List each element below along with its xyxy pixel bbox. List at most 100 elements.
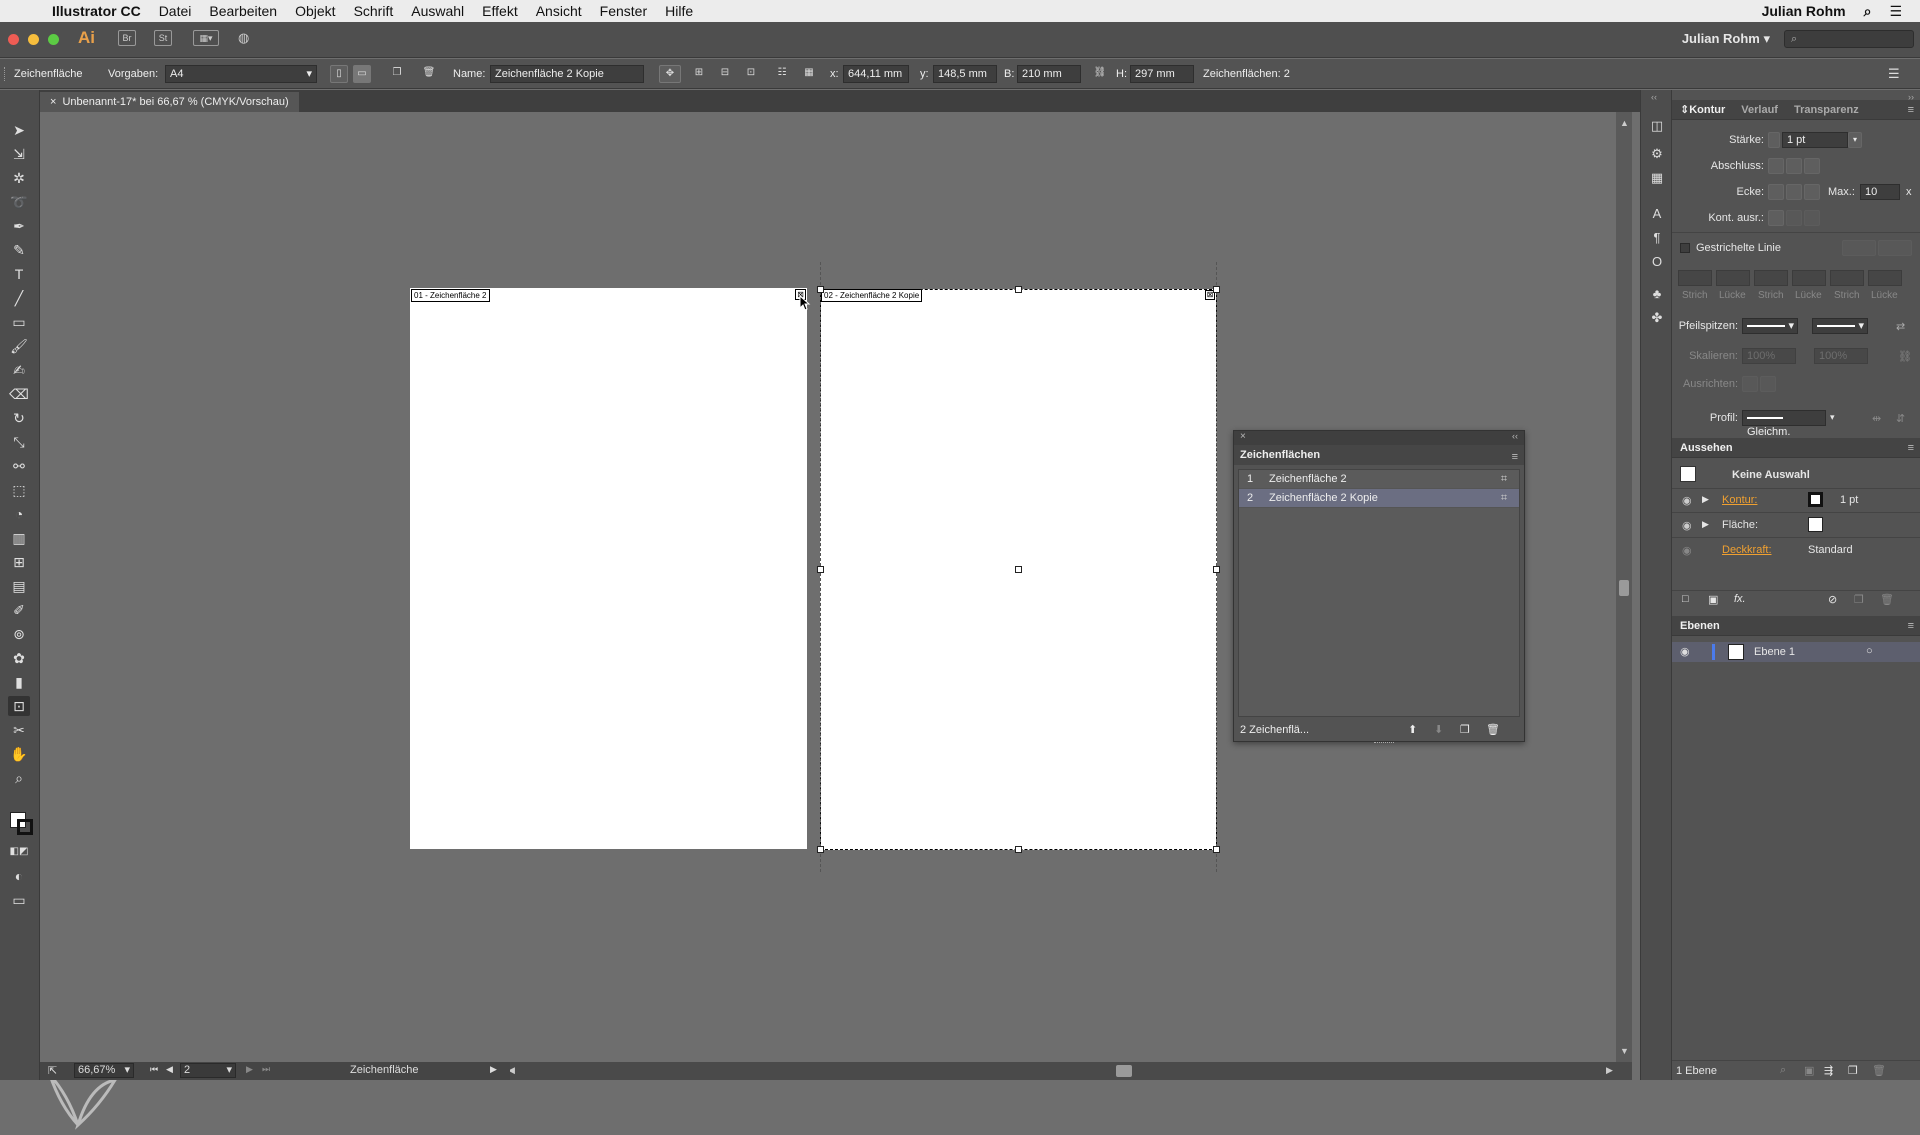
artboard-1[interactable] xyxy=(410,288,807,849)
delete-artboard-icon[interactable]: 🗑 xyxy=(420,65,438,83)
paragraph-panel-icon[interactable]: ¶ xyxy=(1649,230,1665,246)
dash-align-corners-icon[interactable] xyxy=(1878,240,1912,256)
scroll-down-arrow-icon[interactable]: ▼ xyxy=(1620,1046,1629,1056)
zoom-tool-icon[interactable]: ⌕ xyxy=(8,768,30,788)
artboard-center-mark[interactable] xyxy=(1015,566,1022,573)
help-search-input[interactable]: ⌕ xyxy=(1784,30,1914,48)
tab-verlauf[interactable]: Verlauf xyxy=(1733,104,1786,116)
gap-3-input[interactable] xyxy=(1868,270,1902,286)
menu-objekt[interactable]: Objekt xyxy=(295,3,335,19)
bridge-button[interactable]: Br xyxy=(118,30,136,46)
close-tab-icon[interactable]: × xyxy=(50,96,56,108)
color-themes-panel-icon[interactable]: ⚙ xyxy=(1649,146,1665,162)
artboard-2-label[interactable]: 02 - Zeichenfläche 2 Kopie xyxy=(821,289,923,302)
arrow-align-place-icon[interactable] xyxy=(1760,376,1776,392)
flaeche-expand-triangle-icon[interactable]: ▶ xyxy=(1702,519,1709,530)
libraries-panel-icon[interactable]: ◫ xyxy=(1649,118,1665,134)
corner-round-icon[interactable] xyxy=(1786,184,1802,200)
resize-handle-bottom-center[interactable] xyxy=(1015,846,1022,853)
notification-list-icon[interactable]: ☰ xyxy=(1889,3,1902,20)
staerke-dropdown-chevron-icon[interactable]: ▾ xyxy=(1848,132,1862,148)
rectangle-tool-icon[interactable]: ▭ xyxy=(8,312,30,332)
flaeche-color-swatch[interactable] xyxy=(1808,517,1823,532)
type-tool-icon[interactable]: T xyxy=(8,264,30,284)
opentype-panel-icon[interactable]: O xyxy=(1649,254,1665,270)
move-copy-artwork-icon[interactable]: ✥ xyxy=(659,65,681,83)
flip-profile-horizontal-icon[interactable]: ⇹ xyxy=(1872,412,1881,425)
cap-round-icon[interactable] xyxy=(1786,158,1802,174)
lasso-tool-icon[interactable]: ➰ xyxy=(8,192,30,212)
scroll-right-arrow-icon[interactable]: ▶ xyxy=(1606,1065,1613,1076)
kontur-color-swatch[interactable] xyxy=(1808,492,1823,507)
artboard-tool-icon[interactable]: ⊡ xyxy=(8,696,30,716)
drawing-mode-icon[interactable]: ◐ xyxy=(8,866,30,886)
arrowhead-start-select[interactable]: ▾ xyxy=(1742,318,1798,334)
menu-hilfe[interactable]: Hilfe xyxy=(665,3,693,19)
profile-dropdown-chevron-icon[interactable]: ▾ xyxy=(1830,412,1835,423)
kontur-attribute-link[interactable]: Kontur: xyxy=(1722,494,1757,506)
artboard-1-label[interactable]: 01 - Zeichenfläche 2 xyxy=(411,289,490,302)
layer-visibility-eye-icon[interactable]: ◉ xyxy=(1680,645,1690,658)
flaeche-visibility-eye-icon[interactable]: ◉ xyxy=(1682,519,1692,532)
vertical-scrollbar[interactable]: ▲ ▼ xyxy=(1616,112,1632,1062)
next-artboard-icon[interactable]: ▶ xyxy=(246,1064,253,1075)
corner-bevel-icon[interactable] xyxy=(1804,184,1820,200)
delete-artboard-icon[interactable]: 🗑 xyxy=(1486,719,1500,741)
artboards-panel-title[interactable]: Zeichenflächen xyxy=(1240,449,1320,461)
resize-handle-bottom-left[interactable] xyxy=(817,846,824,853)
preset-select[interactable]: A4 ▾ xyxy=(165,65,317,83)
spotlight-search-icon[interactable]: ⌕ xyxy=(1864,3,1872,20)
staerke-input[interactable]: 1 pt xyxy=(1782,132,1848,148)
layer-target-circle-icon[interactable]: ○ xyxy=(1866,645,1873,657)
height-input[interactable] xyxy=(1130,65,1194,83)
resize-handle-top-right[interactable] xyxy=(1213,286,1220,293)
menu-fenster[interactable]: Fenster xyxy=(600,3,647,19)
duplicate-item-icon[interactable]: ❐ xyxy=(1854,593,1864,606)
move-up-icon[interactable]: ⬆ xyxy=(1408,719,1417,741)
new-sublayer-icon[interactable]: ⇶ xyxy=(1824,1064,1833,1077)
dash-3-input[interactable] xyxy=(1830,270,1864,286)
arrowhead-end-select[interactable]: ▾ xyxy=(1812,318,1868,334)
new-artboard-icon[interactable]: ❐ xyxy=(1460,719,1470,741)
dashed-line-checkbox[interactable] xyxy=(1680,243,1690,253)
tab-transparenz[interactable]: Transparenz xyxy=(1786,104,1867,116)
cap-projecting-icon[interactable] xyxy=(1804,158,1820,174)
scroll-up-arrow-icon[interactable]: ▲ xyxy=(1620,118,1629,128)
aussehen-panel-title[interactable]: Aussehen xyxy=(1672,442,1741,454)
artboards-panel-menu-icon[interactable]: ≡ xyxy=(1512,447,1518,467)
scale-tool-icon[interactable]: ⤡ xyxy=(8,432,30,452)
new-artboard-icon[interactable]: ❐ xyxy=(388,65,406,83)
width-tool-icon[interactable]: ⚯ xyxy=(8,456,30,476)
resize-handle-top-left[interactable] xyxy=(817,286,824,293)
menu-effekt[interactable]: Effekt xyxy=(482,3,518,19)
line-tool-icon[interactable]: ╱ xyxy=(8,288,30,308)
direct-selection-tool-icon[interactable]: ⇲ xyxy=(8,144,30,164)
app-menu[interactable]: Illustrator CC xyxy=(52,3,141,19)
menu-bearbeiten[interactable]: Bearbeiten xyxy=(209,3,277,19)
staerke-stepper[interactable] xyxy=(1768,132,1780,148)
show-center-mark-icon[interactable]: ⊞ xyxy=(690,65,708,83)
grip-handle[interactable] xyxy=(4,67,8,81)
arrow-scale-start-input[interactable]: 100% xyxy=(1742,348,1796,364)
gradient-tool-icon[interactable]: ▤ xyxy=(8,576,30,596)
artboard-name-input[interactable] xyxy=(490,65,644,83)
arrow-align-extend-icon[interactable] xyxy=(1742,376,1758,392)
artboard-row-2[interactable]: 2 Zeichenfläche 2 Kopie ⌗ xyxy=(1239,489,1519,508)
collapse-dock-icon[interactable]: ‹‹ xyxy=(1651,92,1657,102)
landscape-orientation-button[interactable]: ▭ xyxy=(353,65,371,83)
kontur-panel-menu-icon[interactable]: ≡ xyxy=(1908,104,1914,116)
resize-handle-middle-left[interactable] xyxy=(817,566,824,573)
show-crosshairs-icon[interactable]: ⊟ xyxy=(716,65,734,83)
symbols-panel-icon[interactable]: ♣ xyxy=(1649,286,1665,302)
corner-miter-icon[interactable] xyxy=(1768,184,1784,200)
add-fill-icon[interactable]: ▣ xyxy=(1708,593,1718,606)
x-position-input[interactable] xyxy=(843,65,909,83)
blob-brush-tool-icon[interactable]: ✍ xyxy=(8,360,30,380)
artboard-options-icon[interactable]: ☷ xyxy=(773,65,791,83)
screen-mode-icon[interactable]: ▭ xyxy=(8,890,30,910)
last-artboard-icon[interactable]: ⏭ xyxy=(262,1064,270,1075)
resize-handle-bottom-right[interactable] xyxy=(1213,846,1220,853)
artboard-options-icon[interactable]: ⌗ xyxy=(1489,473,1519,486)
align-stroke-outside-icon[interactable] xyxy=(1804,210,1820,226)
column-graph-tool-icon[interactable]: ▮ xyxy=(8,672,30,692)
